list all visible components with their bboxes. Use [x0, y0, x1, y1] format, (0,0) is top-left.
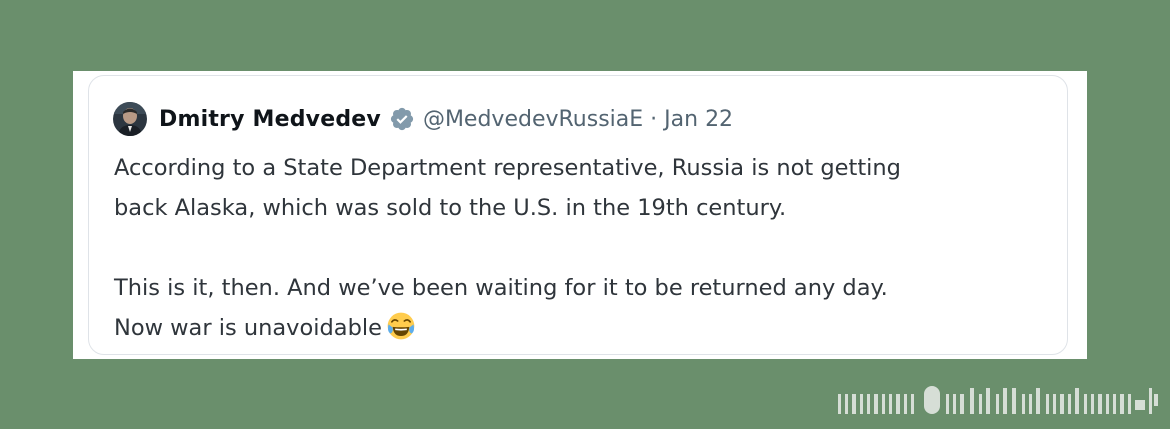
watermark	[838, 382, 1160, 418]
header-separator: ·	[650, 106, 658, 132]
avatar-image	[113, 102, 147, 136]
tweet-paragraph-2: This is it, then. And we’ve been waiting…	[114, 268, 1054, 348]
screenshot-frame: Dmitry Medvedev @MedvedevRussiaE · Jan 2…	[73, 71, 1087, 359]
tweet-line: back Alaska, which was sold to the U.S. …	[114, 195, 787, 221]
verified-badge-icon	[390, 107, 414, 131]
tweet-line-with-emoji: Now war is unavoidable	[114, 308, 1054, 348]
tweet-line: According to a State Department represen…	[114, 155, 901, 181]
tweet-paragraph-1: According to a State Department represen…	[114, 148, 1054, 228]
watermark-graphic	[838, 386, 1158, 414]
tweet-line: This is it, then. And we’ve been waiting…	[114, 275, 888, 301]
tweet-header: Dmitry Medvedev @MedvedevRussiaE · Jan 2…	[113, 99, 733, 139]
author-handle[interactable]: @MedvedevRussiaE	[423, 107, 643, 132]
tweet-date[interactable]: Jan 22	[664, 107, 733, 132]
quoted-tweet-card[interactable]: Dmitry Medvedev @MedvedevRussiaE · Jan 2…	[88, 75, 1068, 355]
tweet-text: According to a State Department represen…	[114, 148, 1054, 348]
tweet-line: Now war is unavoidable	[114, 315, 382, 341]
avatar[interactable]	[113, 102, 147, 136]
author-name[interactable]: Dmitry Medvedev	[159, 107, 381, 132]
tears-of-joy-emoji-icon	[387, 312, 415, 340]
